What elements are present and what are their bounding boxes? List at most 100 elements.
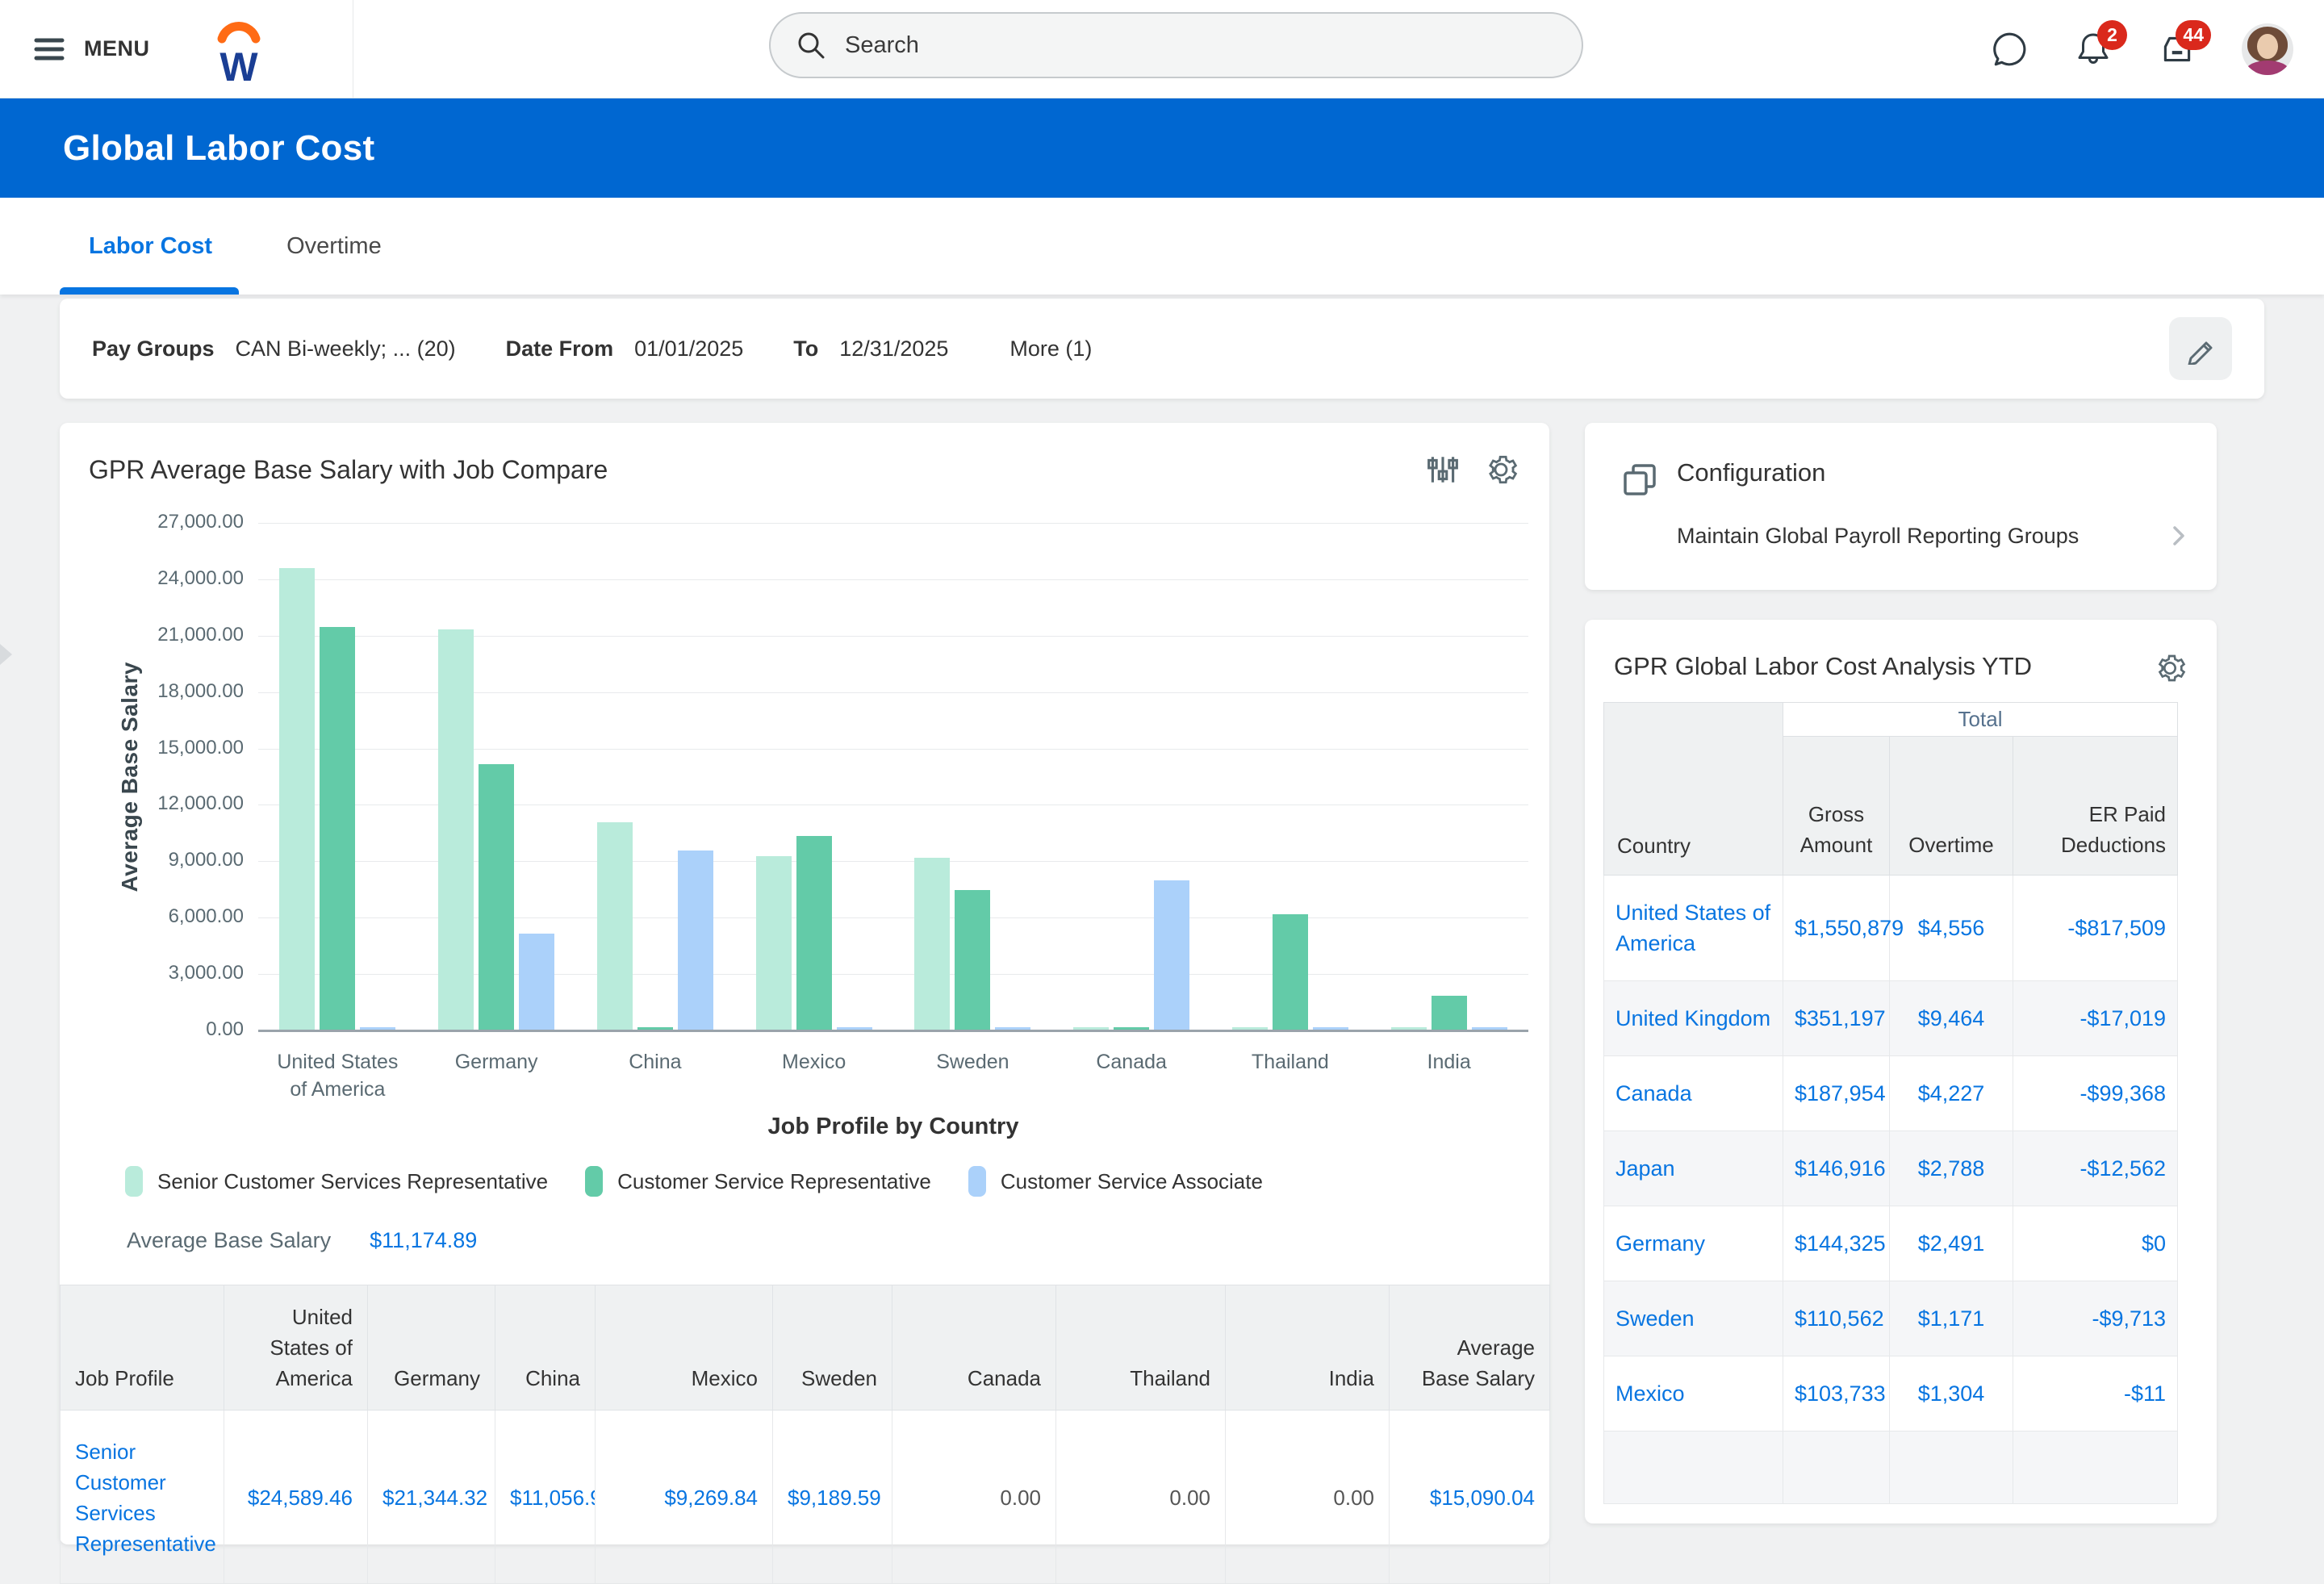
ytd-cell: $0 xyxy=(2013,1206,2178,1281)
job-profile-link[interactable]: Senior Customer Services Representative xyxy=(75,1440,216,1556)
to-value[interactable]: 12/31/2025 xyxy=(839,336,948,362)
bar[interactable] xyxy=(1432,996,1467,1030)
panel-collapse-arrow[interactable] xyxy=(0,644,12,665)
ytd-cell: United States of America xyxy=(1604,876,1783,981)
legend-item[interactable]: Senior Customer Services Representative xyxy=(125,1166,548,1197)
more-filters-link[interactable]: More (1) xyxy=(1009,336,1092,362)
bar[interactable] xyxy=(955,890,990,1030)
amount-link[interactable]: $2,491 xyxy=(1918,1231,1985,1256)
chart-xlabels: United States of AmericaGermanyChinaMexi… xyxy=(258,1048,1528,1103)
amount-link[interactable]: $9,464 xyxy=(1918,1006,1985,1030)
amount-link[interactable]: $21,344.32 xyxy=(382,1486,487,1510)
legend-item[interactable]: Customer Service Representative xyxy=(585,1166,931,1197)
bar[interactable] xyxy=(597,822,633,1030)
amount-link[interactable]: -$12,562 xyxy=(2079,1156,2166,1181)
y-tick-label: 24,000.00 xyxy=(157,567,244,590)
bar[interactable] xyxy=(796,836,832,1030)
country-link[interactable]: United Kingdom xyxy=(1616,1006,1770,1030)
amount-link[interactable]: $11,056.99 xyxy=(510,1486,596,1510)
chart-settings-button[interactable] xyxy=(1425,452,1461,487)
salary-chart-card: GPR Average Base Salary with Job Compare… xyxy=(60,423,1549,1544)
bar[interactable] xyxy=(1273,914,1308,1030)
amount-link[interactable]: $9,189.59 xyxy=(788,1486,881,1510)
amount-link[interactable]: $4,227 xyxy=(1918,1081,1985,1105)
chart-yticks: 27,000.0024,000.0021,000.0018,000.0015,0… xyxy=(60,523,244,1030)
amount-link[interactable]: $351,197 xyxy=(1795,1006,1886,1030)
amount-link[interactable]: $1,171 xyxy=(1918,1306,1985,1331)
amount-cell: $21,344.32 xyxy=(368,1411,495,1584)
chat-button[interactable] xyxy=(1990,30,2029,69)
legend-item[interactable]: Customer Service Associate xyxy=(968,1166,1263,1197)
country-link[interactable]: Germany xyxy=(1616,1231,1705,1256)
amount-cell: $15,090.04 xyxy=(1390,1411,1550,1584)
amount-link[interactable]: $4,556 xyxy=(1918,916,1985,940)
amount-link[interactable]: $144,325 xyxy=(1795,1231,1886,1256)
amount-link[interactable]: $2,788 xyxy=(1918,1156,1985,1181)
ytd-cell: $187,954 xyxy=(1783,1056,1890,1131)
amount-link[interactable]: $1,550,879 xyxy=(1795,916,1904,940)
amount-link[interactable]: -$99,368 xyxy=(2079,1081,2166,1105)
ytd-cell: $4,556 xyxy=(1890,876,2013,981)
edit-filters-button[interactable] xyxy=(2169,317,2232,380)
legend-label: Customer Service Representative xyxy=(617,1169,931,1194)
amount-link[interactable]: $187,954 xyxy=(1795,1081,1886,1105)
amount-link[interactable]: $110,562 xyxy=(1795,1306,1884,1331)
amount-link[interactable]: $0 xyxy=(2142,1231,2166,1256)
ytd-cell: United Kingdom xyxy=(1604,981,1783,1056)
chart-gear-button[interactable] xyxy=(1483,452,1519,487)
amount-link[interactable]: -$17,019 xyxy=(2079,1006,2166,1030)
tab-overtime[interactable]: Overtime xyxy=(286,198,382,295)
ytd-table-row-partial xyxy=(1604,1431,2178,1504)
inbox-button[interactable]: 44 xyxy=(2158,30,2197,69)
bar[interactable] xyxy=(320,627,355,1030)
amount-link[interactable]: -$817,509 xyxy=(2067,916,2166,940)
bar[interactable] xyxy=(519,934,554,1030)
ytd-gear-button[interactable] xyxy=(2151,649,2189,688)
menu-button[interactable]: MENU xyxy=(0,0,192,98)
amount-link[interactable]: $103,733 xyxy=(1795,1381,1886,1406)
country-link[interactable]: Canada xyxy=(1616,1081,1692,1105)
avatar-face xyxy=(2257,34,2278,59)
job-profile-cell: Senior Customer Services Representative xyxy=(61,1411,224,1584)
bar[interactable] xyxy=(438,629,474,1030)
country-link[interactable]: Mexico xyxy=(1616,1381,1685,1406)
amount-link[interactable]: $24,589.46 xyxy=(248,1486,353,1510)
bar-group xyxy=(1052,523,1211,1030)
bar[interactable] xyxy=(756,856,792,1030)
bar-cluster xyxy=(597,822,713,1030)
amount-link[interactable]: $1,304 xyxy=(1918,1381,1985,1406)
ytd-title: GPR Global Labor Cost Analysis YTD xyxy=(1614,652,2032,681)
country-link[interactable]: Sweden xyxy=(1616,1306,1695,1331)
job-column-header: Average Base Salary xyxy=(1390,1285,1550,1411)
notifications-button[interactable]: 2 xyxy=(2074,30,2113,69)
country-link[interactable]: United States of America xyxy=(1616,901,1770,955)
date-from-value[interactable]: 01/01/2025 xyxy=(634,336,743,362)
legend-label: Senior Customer Services Representative xyxy=(157,1169,548,1194)
job-column-header: Canada xyxy=(892,1285,1056,1411)
amount-link[interactable]: $146,916 xyxy=(1795,1156,1886,1181)
search-bar[interactable] xyxy=(769,12,1583,78)
tab-labor-cost[interactable]: Labor Cost xyxy=(89,198,212,295)
sliders-icon xyxy=(1426,453,1460,487)
bar[interactable] xyxy=(1154,880,1189,1030)
pay-groups-value[interactable]: CAN Bi-weekly; ... (20) xyxy=(236,336,456,362)
ytd-table-row: Canada $187,954 $4,227 -$99,368 xyxy=(1604,1056,2178,1131)
amount-link[interactable]: $15,090.04 xyxy=(1430,1486,1535,1510)
amount-link[interactable]: -$9,713 xyxy=(2092,1306,2166,1331)
x-axis-label: Mexico xyxy=(734,1048,893,1103)
search-input[interactable] xyxy=(845,32,1556,59)
country-link[interactable]: Japan xyxy=(1616,1156,1675,1181)
amount-link[interactable]: $9,269.84 xyxy=(664,1486,758,1510)
ytd-cell: -$17,019 xyxy=(2013,981,2178,1056)
bar[interactable] xyxy=(914,858,950,1030)
bar[interactable] xyxy=(479,764,514,1030)
average-salary-value[interactable]: $11,174.89 xyxy=(370,1228,477,1253)
bar[interactable] xyxy=(678,851,713,1030)
bar-cluster xyxy=(1073,880,1189,1030)
profile-avatar[interactable] xyxy=(2242,23,2293,75)
chevron-right-icon xyxy=(2168,523,2189,549)
bar[interactable] xyxy=(279,568,315,1030)
maintain-groups-link[interactable]: Maintain Global Payroll Reporting Groups xyxy=(1677,523,2189,549)
amount-link[interactable]: -$11 xyxy=(2124,1381,2166,1406)
workday-logo[interactable]: W xyxy=(213,13,265,86)
